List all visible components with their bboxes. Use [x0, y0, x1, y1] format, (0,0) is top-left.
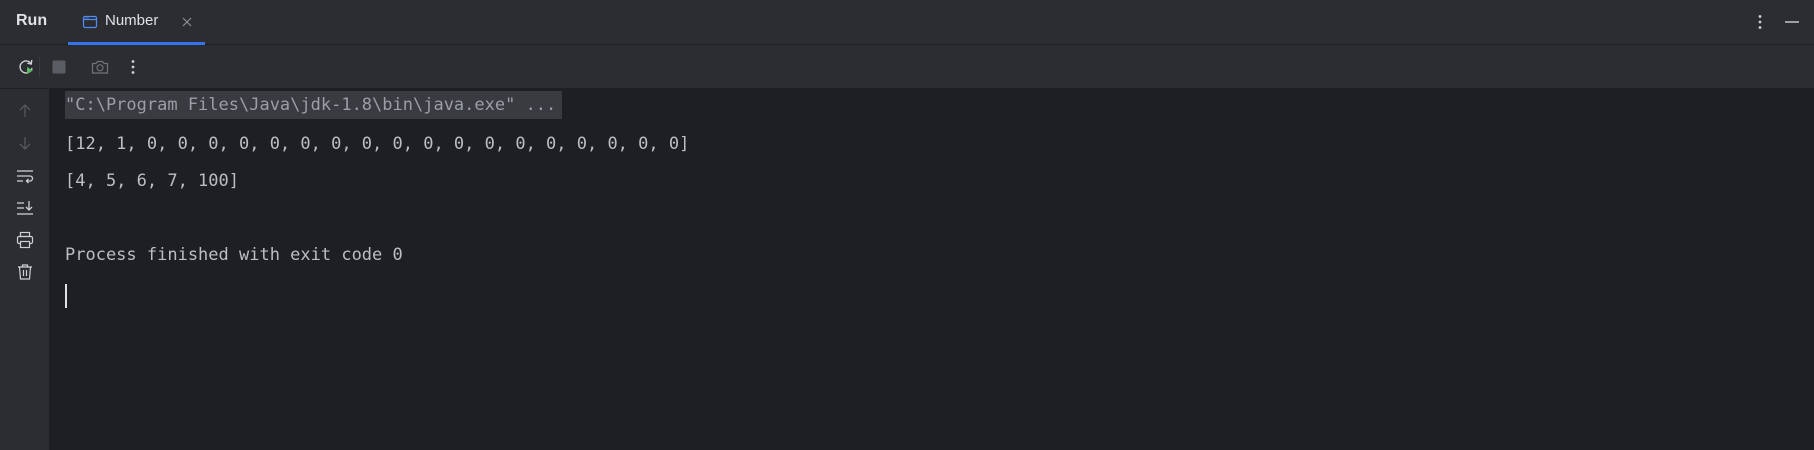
tool-window-title: Run — [16, 12, 48, 29]
camera-icon[interactable] — [90, 57, 110, 77]
trash-icon[interactable] — [14, 261, 36, 283]
stop-icon[interactable] — [49, 57, 69, 77]
arrow-up-icon[interactable] — [14, 100, 36, 122]
run-tool-window: Run Number "C:\Program Files\Java\jdk-1.… — [0, 0, 1814, 450]
console-line: [12, 1, 0, 0, 0, 0, 0, 0, 0, 0, 0, 0, 0,… — [65, 134, 690, 154]
header-actions — [1750, 10, 1802, 34]
console-side-toolbar — [0, 89, 50, 450]
toolbar-separator — [39, 57, 40, 77]
arrow-down-icon[interactable] — [14, 132, 36, 154]
tool-window-header: Run Number — [0, 0, 1814, 45]
minimize-icon[interactable] — [1782, 12, 1802, 32]
text-caret — [65, 284, 67, 308]
soft-wrap-icon[interactable] — [14, 165, 36, 187]
close-icon[interactable] — [180, 15, 194, 29]
tab-number[interactable]: Number — [68, 0, 205, 45]
print-icon[interactable] — [14, 229, 36, 251]
console-command-line[interactable]: "C:\Program Files\Java\jdk-1.8\bin\java.… — [65, 91, 563, 119]
scroll-to-end-icon[interactable] — [14, 197, 36, 219]
window-icon — [82, 14, 98, 30]
console-line: [4, 5, 6, 7, 100] — [65, 171, 239, 191]
console-exit-message: Process finished with exit code 0 — [65, 245, 403, 265]
console-output[interactable]: "C:\Program Files\Java\jdk-1.8\bin\java.… — [51, 89, 1814, 450]
run-toolbar — [0, 45, 1814, 89]
tab-label: Number — [105, 12, 159, 29]
rerun-icon[interactable] — [16, 57, 36, 77]
more-vertical-icon[interactable] — [123, 57, 143, 77]
options-menu-icon[interactable] — [1750, 12, 1770, 32]
